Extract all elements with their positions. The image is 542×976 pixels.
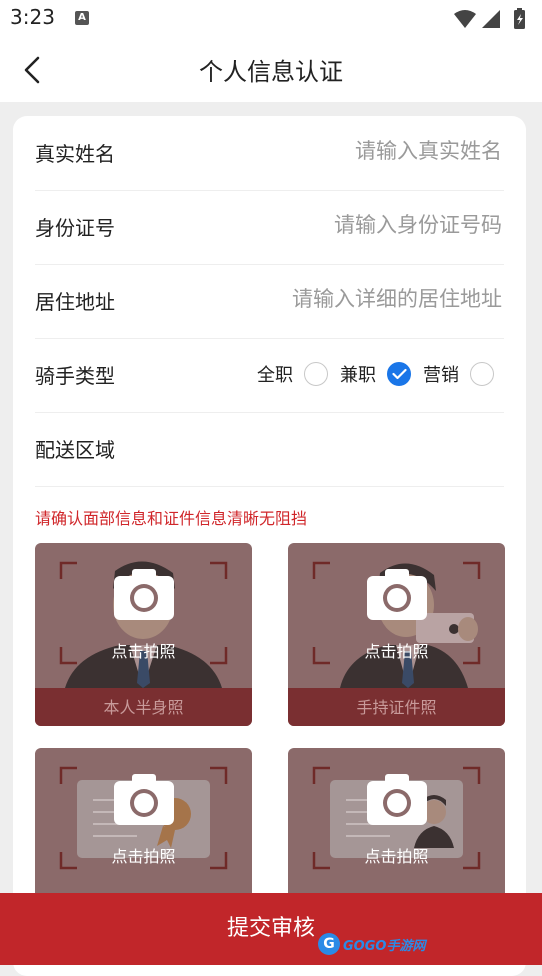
radio-circle-checked[interactable] <box>387 362 411 386</box>
camera-icon <box>367 774 427 825</box>
address-row: 居住地址 <box>35 264 504 339</box>
radio-marketing[interactable]: 营销 <box>423 361 494 387</box>
status-time: 3:23 <box>10 5 55 29</box>
name-label: 真实姓名 <box>35 142 115 166</box>
watermark-text: GOGO手游网 <box>343 938 426 954</box>
page-title: 个人信息认证 <box>199 58 343 86</box>
radio-circle[interactable] <box>304 362 328 386</box>
delivery-area-label: 配送区域 <box>35 438 115 462</box>
radio-part-time-label: 兼职 <box>340 365 376 386</box>
photo-caption: 手持证件照 <box>288 688 505 726</box>
cellular-icon <box>482 10 500 28</box>
camera-icon <box>367 569 427 620</box>
rider-type-radio-group: 全职 兼职 营销 <box>245 359 494 389</box>
name-row: 真实姓名 <box>35 116 504 191</box>
a-icon: A <box>75 11 89 25</box>
status-bar: 3:23 A <box>0 0 542 36</box>
submit-button[interactable]: 提交审核 <box>0 893 542 965</box>
watermark: G GOGO手游网 <box>318 932 425 956</box>
checkmark-icon <box>392 368 407 380</box>
wifi-icon <box>454 10 476 28</box>
status-icons <box>452 8 532 30</box>
header: 个人信息认证 <box>0 36 542 102</box>
tap-to-photo-label: 点击拍照 <box>364 642 429 661</box>
delivery-area-row[interactable]: 配送区域 <box>35 412 504 487</box>
radio-part-time[interactable]: 兼职 <box>340 361 411 387</box>
form-card: 真实姓名 身份证号 居住地址 骑手类型 全职 兼职 <box>13 116 526 976</box>
rider-type-row: 骑手类型 全职 兼职 营销 <box>35 338 504 413</box>
camera-icon <box>114 774 174 825</box>
id-number-input[interactable] <box>200 206 504 244</box>
camera-icon <box>114 569 174 620</box>
watermark-logo: G <box>318 933 340 955</box>
warning-text: 请确认面部信息和证件信息清晰无阻挡 <box>35 509 308 528</box>
radio-full-time[interactable]: 全职 <box>257 361 328 387</box>
id-number-row: 身份证号 <box>35 190 504 265</box>
half-body-photo-upload[interactable]: 点击拍照 本人半身照 <box>35 543 252 726</box>
tap-to-photo-label: 点击拍照 <box>364 847 429 866</box>
photo-caption: 本人半身照 <box>35 688 252 726</box>
radio-marketing-label: 营销 <box>423 365 459 386</box>
tap-to-photo-label: 点击拍照 <box>111 847 176 866</box>
rider-type-label: 骑手类型 <box>35 364 115 388</box>
name-input[interactable] <box>200 132 504 170</box>
radio-full-time-label: 全职 <box>257 365 293 386</box>
address-label: 居住地址 <box>35 290 115 314</box>
tap-to-photo-label: 点击拍照 <box>111 642 176 661</box>
radio-circle[interactable] <box>470 362 494 386</box>
holding-id-photo-upload[interactable]: 点击拍照 手持证件照 <box>288 543 505 726</box>
id-number-label: 身份证号 <box>35 216 115 240</box>
address-input[interactable] <box>160 280 504 318</box>
